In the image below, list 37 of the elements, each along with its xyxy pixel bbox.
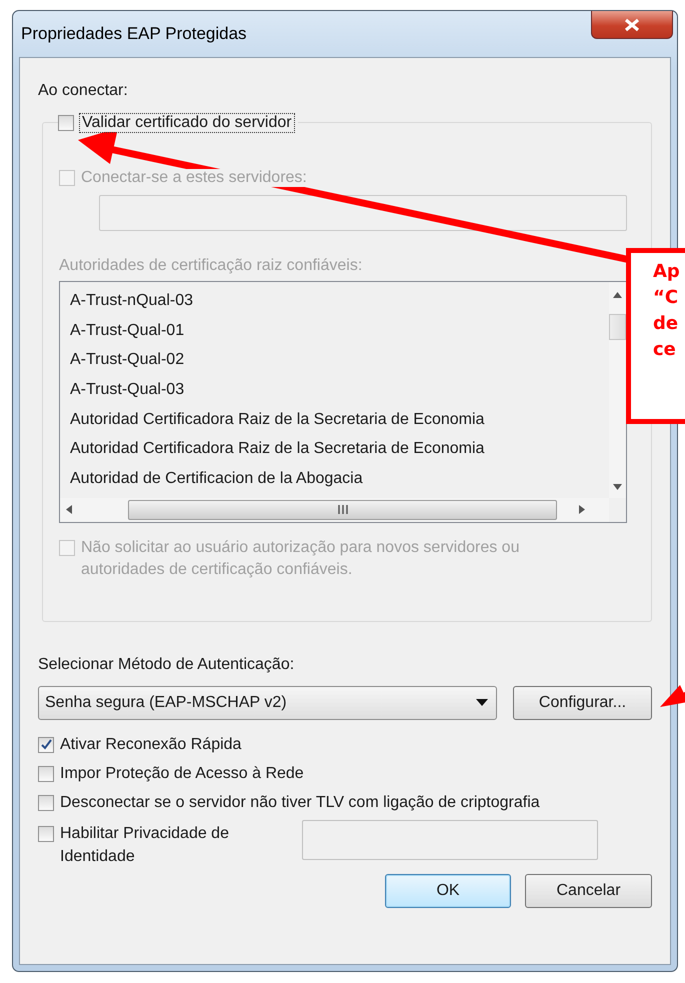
scroll-thumb[interactable] (609, 314, 626, 340)
close-icon (623, 18, 641, 32)
configure-button[interactable]: Configurar... (513, 686, 652, 720)
scroll-thumb[interactable] (128, 500, 557, 520)
cancel-button[interactable]: Cancelar (525, 874, 652, 908)
vertical-scrollbar[interactable] (609, 282, 626, 498)
dropdown-caret-icon (476, 699, 488, 706)
checkbox[interactable] (38, 826, 54, 842)
grip-icon (336, 505, 348, 514)
annotation-arrow (660, 685, 685, 707)
list-label: Autoridades de certificação raiz confiáveis: (59, 257, 364, 275)
scroll-down-icon[interactable] (613, 484, 622, 490)
callout-text: de (653, 312, 680, 336)
callout-text: “C (653, 286, 680, 310)
checkbox[interactable] (38, 766, 54, 782)
ok-button[interactable]: OK (385, 874, 511, 908)
servers-field[interactable] (99, 195, 627, 231)
checkbox[interactable] (58, 115, 74, 131)
checkbox-label[interactable]: Desconectar se o servidor não tiver TLV com ligação de criptografia (60, 794, 540, 812)
checkbox[interactable] (38, 794, 54, 811)
scroll-up-icon[interactable] (613, 292, 622, 298)
identity-field[interactable] (302, 820, 598, 860)
callout-text: Ap (653, 260, 681, 284)
callout-text: ce (653, 338, 677, 362)
horizontal-scrollbar[interactable] (60, 498, 609, 522)
method-dropdown[interactable]: Senha segura (EAP-MSCHAP v2) (38, 686, 497, 720)
checkbox-label[interactable]: Impor Proteção de Acesso à Rede (60, 764, 304, 783)
section-label: Ao conectar: (38, 82, 129, 100)
window-title: Propriedades EAP Protegidas (21, 24, 247, 44)
close-button[interactable] (591, 11, 673, 39)
section-label: Selecionar Método de Autenticação: (38, 656, 296, 674)
checkbox-label[interactable]: Habilitar Privacidade de Identidade (60, 822, 270, 868)
checkbox-label[interactable]: Ativar Reconexão Rápida (60, 736, 242, 754)
scroll-right-icon[interactable] (579, 505, 585, 514)
checkbox[interactable] (38, 736, 54, 753)
certificate-list[interactable] (59, 281, 627, 523)
scroll-left-icon[interactable] (66, 505, 72, 514)
